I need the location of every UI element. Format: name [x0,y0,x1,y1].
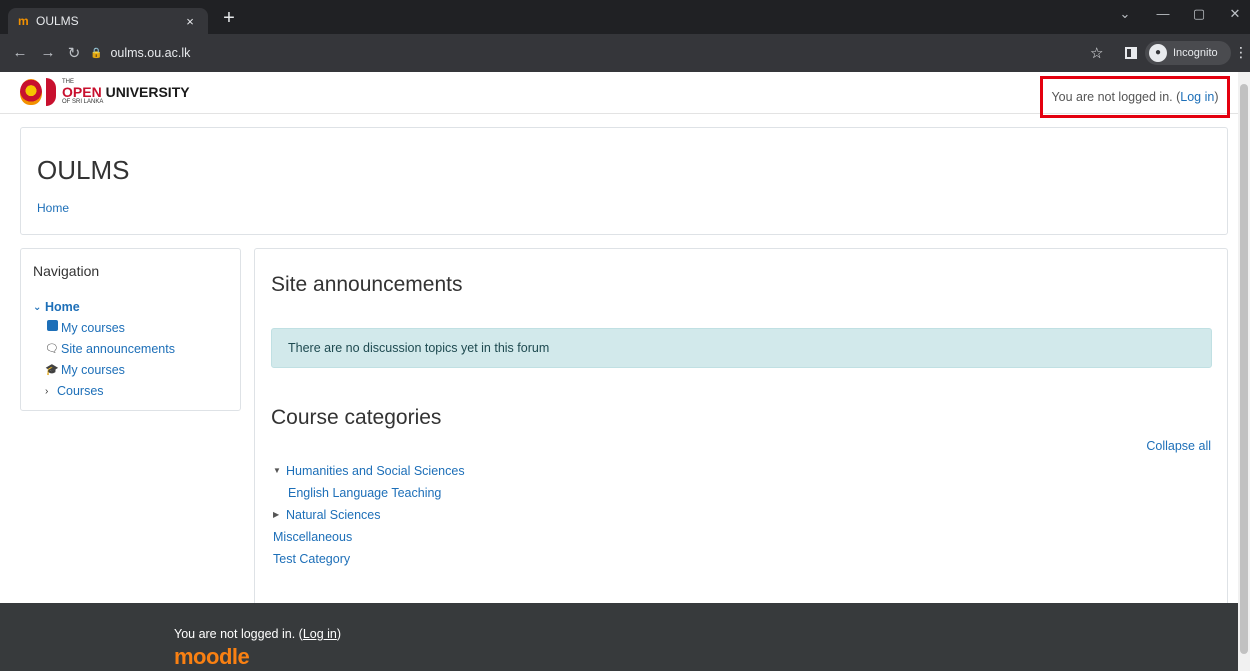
incognito-icon: ● [1149,44,1167,62]
chevron-down-icon: ⌄ [33,302,42,313]
nav-site-announcements[interactable]: 🗨 Site announcements [33,339,228,360]
tab-title: OULMS [36,14,79,28]
category-item[interactable]: English Language Teaching [273,482,465,504]
page-footer: You are not logged in. (Log in) moodle [0,603,1238,671]
navigation-title: Navigation [33,263,100,279]
category-test[interactable]: Test Category [273,548,350,570]
logo-sub: OF SRI LANKA [62,99,104,105]
nav-my-courses-dashboard[interactable]: My courses [33,318,228,339]
course-categories-heading: Course categories [271,406,442,429]
new-tab-button[interactable]: + [218,8,240,28]
university-logo[interactable]: THE OPEN UNIVERSITY OF SRI LANKA [20,78,190,106]
address-bar[interactable]: 🔒 oulms.ou.ac.lk [90,40,1090,66]
footer-login-prefix: You are not logged in. ( [174,627,303,641]
browser-toolbar: ← → ↻ 🔒 oulms.ou.ac.lk ☆ ● Incognito ⋮ [0,34,1250,72]
login-prefix: You are not logged in. ( [1051,90,1181,104]
close-tab-icon[interactable]: × [182,14,198,29]
browser-tab[interactable]: m OULMS × [8,8,208,34]
triangle-right-icon[interactable]: ▶ [273,504,283,526]
no-topics-alert: There are no discussion topics yet in th… [271,328,1212,368]
url-text: oulms.ou.ac.lk [110,46,191,60]
navigation-block: Navigation ⌄ Home My courses 🗨 Site anno… [20,248,241,411]
moodle-logo[interactable]: moodle [174,644,250,670]
footer-login-info: You are not logged in. (Log in) [174,627,341,641]
nav-my-courses-label[interactable]: My courses [61,318,125,339]
side-panel-icon[interactable] [1125,47,1137,59]
page-scrollbar[interactable] [1238,72,1250,671]
nav-my-courses-2-label[interactable]: My courses [61,360,125,381]
logo-swoosh-icon [46,78,56,106]
category-item[interactable]: Test Category [273,548,465,570]
back-arrow-icon[interactable]: ← [10,44,30,61]
moodle-favicon-icon: m [18,14,29,28]
logo-open: OPEN [62,84,102,100]
category-natural-sciences[interactable]: Natural Sciences [286,504,381,526]
nav-courses[interactable]: › Courses [33,381,228,402]
tab-search-icon[interactable]: ⌄ [1112,6,1138,22]
breadcrumb-home[interactable]: Home [37,201,69,215]
footer-login-suffix: ) [336,627,342,641]
university-crest-icon [20,79,42,105]
nav-site-announcements-label[interactable]: Site announcements [61,339,175,360]
web-page: THE OPEN UNIVERSITY OF SRI LANKA You are… [0,72,1238,671]
category-miscellaneous[interactable]: Miscellaneous [273,526,352,548]
triangle-down-icon[interactable]: ▼ [273,460,283,482]
close-window-icon[interactable]: ✕ [1222,6,1248,22]
browser-menu-icon[interactable]: ⋮ [1234,44,1248,61]
logo-main: OPEN UNIVERSITY [62,85,190,99]
incognito-label: Incognito [1173,47,1218,59]
lock-icon[interactable]: 🔒 [90,48,102,59]
scrollbar-thumb[interactable] [1240,84,1248,654]
main-content: Site announcements There are no discussi… [254,248,1228,608]
page-header: OULMS Home [20,127,1228,235]
nav-my-courses[interactable]: 🎓 My courses [33,360,228,381]
category-humanities[interactable]: Humanities and Social Sciences [286,460,465,482]
page-title: OULMS [37,155,130,185]
logo-text: THE OPEN UNIVERSITY OF SRI LANKA [62,79,190,105]
browser-tab-bar: m OULMS × + ⌄ — ▢ ✕ [0,0,1250,34]
nav-home-label[interactable]: Home [45,297,80,318]
minimize-icon[interactable]: — [1150,6,1176,21]
bookmark-star-icon[interactable]: ☆ [1090,44,1103,62]
nav-home[interactable]: ⌄ Home [33,297,228,318]
login-info-highlight: You are not logged in. (Log in) [1040,76,1230,118]
maximize-icon[interactable]: ▢ [1186,6,1212,22]
category-english-language-teaching[interactable]: English Language Teaching [288,482,441,504]
graduation-cap-icon: 🎓 [45,364,59,376]
category-tree: ▼ Humanities and Social Sciences English… [273,460,465,570]
reload-icon[interactable]: ↻ [64,44,84,62]
category-item[interactable]: ▶ Natural Sciences [273,504,465,526]
footer-log-in-link[interactable]: Log in [303,627,337,641]
nav-courses-label[interactable]: Courses [57,381,104,402]
incognito-indicator[interactable]: ● Incognito [1145,41,1231,65]
logo-university: UNIVERSITY [101,84,190,100]
collapse-all-link[interactable]: Collapse all [1146,439,1211,453]
forward-arrow-icon[interactable]: → [38,44,58,61]
forum-icon: 🗨 [45,343,59,355]
category-item[interactable]: Miscellaneous [273,526,465,548]
chevron-right-icon: › [45,386,49,397]
login-suffix: ) [1214,90,1219,104]
category-item[interactable]: ▼ Humanities and Social Sciences [273,460,465,482]
dashboard-square-icon [45,318,59,339]
site-announcements-heading: Site announcements [271,273,463,296]
log-in-link[interactable]: Log in [1180,90,1214,104]
